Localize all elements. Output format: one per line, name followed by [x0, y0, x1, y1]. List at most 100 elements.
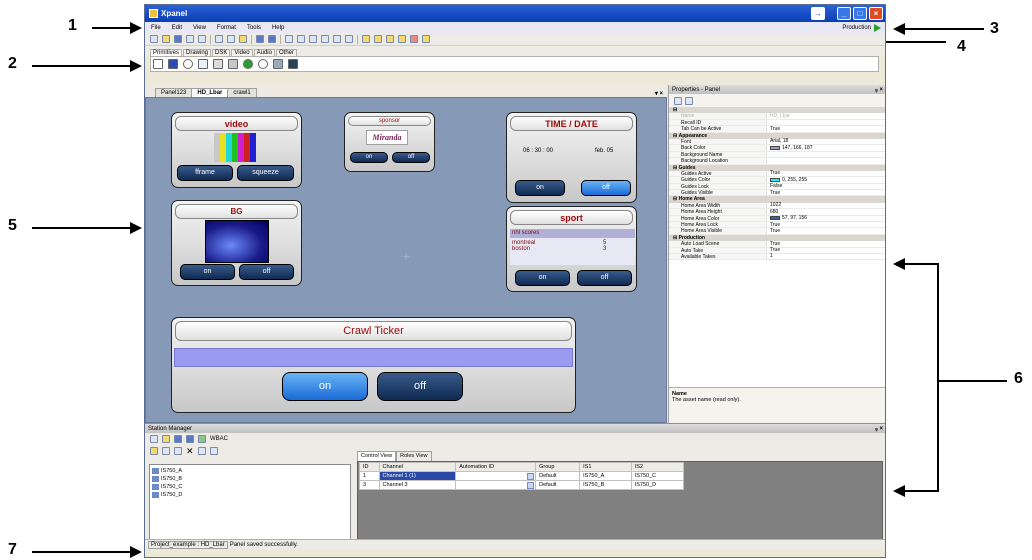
tab-hd-lbar[interactable]: HD_Lbar: [191, 88, 229, 97]
table-cell[interactable]: 3: [359, 480, 380, 490]
column-header[interactable]: Automation ID: [455, 462, 537, 472]
list-primitive-icon[interactable]: [213, 59, 223, 69]
column-header[interactable]: Channel: [378, 462, 457, 472]
video-widget[interactable]: video fframe squeeze: [171, 112, 302, 188]
align-center-icon[interactable]: [297, 35, 305, 43]
radio-primitive-icon[interactable]: [183, 59, 193, 69]
align-middle-icon[interactable]: [333, 35, 341, 43]
clock-primitive-icon[interactable]: [258, 59, 268, 69]
property-value[interactable]: True: [767, 241, 780, 247]
tab-drawing[interactable]: Drawing: [183, 49, 212, 56]
tab-panel123[interactable]: Panel123: [155, 88, 193, 97]
export-icon[interactable]: [186, 435, 194, 443]
box-primitive-icon[interactable]: [168, 59, 178, 69]
panel-canvas[interactable]: video fframe squeeze sponsor Miranda on …: [145, 97, 667, 423]
tab-audio[interactable]: Audio: [253, 49, 275, 56]
property-value[interactable]: 680: [767, 209, 778, 215]
table-cell[interactable]: [455, 480, 537, 490]
property-value[interactable]: HD_Lbar: [767, 113, 790, 119]
pin-close-icon[interactable]: ᵩ ×: [875, 87, 885, 93]
delete-icon[interactable]: ✕: [186, 446, 194, 457]
align-bottom-icon[interactable]: [345, 35, 353, 43]
time-off-button[interactable]: off: [581, 180, 631, 196]
send-backward-icon[interactable]: [398, 35, 406, 43]
property-value[interactable]: True: [767, 228, 780, 234]
bring-forward-icon[interactable]: [386, 35, 394, 43]
tab-other[interactable]: Other: [275, 49, 297, 56]
bg-widget[interactable]: BG on off: [171, 200, 302, 286]
tab-close-icon[interactable]: ▾ ×: [649, 90, 669, 97]
tab-primitives[interactable]: Primitives: [150, 49, 183, 56]
sport-off-button[interactable]: off: [577, 270, 632, 286]
align-left-icon[interactable]: [285, 35, 293, 43]
table-cell[interactable]: Default: [535, 471, 581, 481]
sponsor-widget[interactable]: sponsor Miranda on off: [344, 112, 435, 172]
station-item[interactable]: IS750_C: [152, 483, 348, 491]
table-cell[interactable]: Default: [535, 480, 581, 490]
sponsor-on-button[interactable]: on: [350, 152, 388, 163]
wbac-icon[interactable]: [198, 435, 206, 443]
save-icon[interactable]: [174, 35, 182, 43]
column-header[interactable]: IS2: [630, 462, 685, 472]
redo-icon[interactable]: [268, 35, 276, 43]
property-value[interactable]: 147, 166, 187: [767, 145, 813, 151]
table-cell[interactable]: IS750_B: [579, 480, 632, 490]
menu-file[interactable]: File: [151, 25, 161, 31]
sport-on-button[interactable]: on: [515, 270, 570, 286]
bg-off-button[interactable]: off: [239, 264, 294, 280]
send-back-icon[interactable]: [374, 35, 382, 43]
station-item[interactable]: IS750_D: [152, 491, 348, 499]
undo-icon[interactable]: [256, 35, 264, 43]
table-cell[interactable]: [455, 471, 537, 481]
table-cell[interactable]: IS750_D: [630, 480, 685, 490]
column-header[interactable]: Group: [535, 462, 581, 472]
group-icon[interactable]: [410, 35, 418, 43]
dropdown-arrow-icon[interactable]: [527, 481, 535, 489]
property-value[interactable]: Arial, 18: [767, 138, 788, 144]
sort-az-icon[interactable]: [685, 96, 693, 105]
station-item[interactable]: IS750_A: [152, 467, 348, 475]
property-value[interactable]: [767, 158, 770, 163]
timer-primitive-icon[interactable]: [273, 59, 283, 69]
ungroup-icon[interactable]: [422, 35, 430, 43]
sport-widget[interactable]: sport nhl scores montreal 5 boston 3 on …: [506, 206, 637, 292]
dropdown-arrow-icon[interactable]: [527, 472, 535, 480]
open-station-icon[interactable]: [162, 435, 170, 443]
table-row[interactable]: 3 Channel 3 Default IS750_B IS750_D: [359, 480, 685, 490]
menu-tools[interactable]: Tools: [247, 25, 261, 31]
text-primitive-icon[interactable]: [153, 59, 163, 69]
table-cell[interactable]: Channel 1 (1): [378, 471, 457, 481]
align-right-icon[interactable]: [309, 35, 317, 43]
save-all-icon[interactable]: [186, 35, 194, 43]
tab-crawl1[interactable]: crawl1: [227, 88, 257, 97]
production-mode-button[interactable]: Production: [842, 23, 881, 32]
menu-edit[interactable]: Edit: [172, 25, 182, 31]
minimize-button[interactable]: _: [837, 7, 851, 20]
tab-control-view[interactable]: Control View: [357, 451, 397, 461]
column-header[interactable]: ID: [359, 462, 380, 472]
property-grid[interactable]: ⊟ Name HD_Lbar Recall ID Tab Can be Active Tr…: [669, 107, 885, 261]
connect-icon[interactable]: [197, 447, 206, 455]
open-icon[interactable]: [162, 35, 170, 43]
tab-roles-view[interactable]: Roles View: [396, 451, 432, 461]
new-station-icon[interactable]: [150, 435, 158, 443]
wbac-label[interactable]: WBAC: [210, 436, 228, 442]
save-station-icon[interactable]: [174, 435, 182, 443]
paste-icon[interactable]: [239, 35, 247, 43]
station-pin-close-icon[interactable]: ᵩ ×: [875, 426, 885, 432]
sponsor-off-button[interactable]: off: [392, 152, 430, 163]
station-item[interactable]: IS750_B: [152, 475, 348, 483]
station-list[interactable]: IS750_A IS750_B IS750_C IS750_D: [149, 464, 351, 548]
add-station-icon[interactable]: [150, 447, 158, 455]
close-button[interactable]: ×: [869, 7, 883, 20]
crawl-on-button[interactable]: on: [282, 372, 368, 401]
property-row[interactable]: Available Takes 1: [669, 253, 885, 261]
squeeze-button[interactable]: squeeze: [237, 165, 294, 181]
led-primitive-icon[interactable]: [243, 59, 253, 69]
copy-icon[interactable]: [227, 35, 235, 43]
property-value[interactable]: True: [767, 170, 780, 176]
property-value[interactable]: [767, 152, 770, 157]
bring-front-icon[interactable]: [362, 35, 370, 43]
time-date-widget[interactable]: TIME / DATE 06 : 30 : 00 feb. 05 on off: [506, 112, 637, 203]
settings-icon[interactable]: [209, 447, 218, 455]
